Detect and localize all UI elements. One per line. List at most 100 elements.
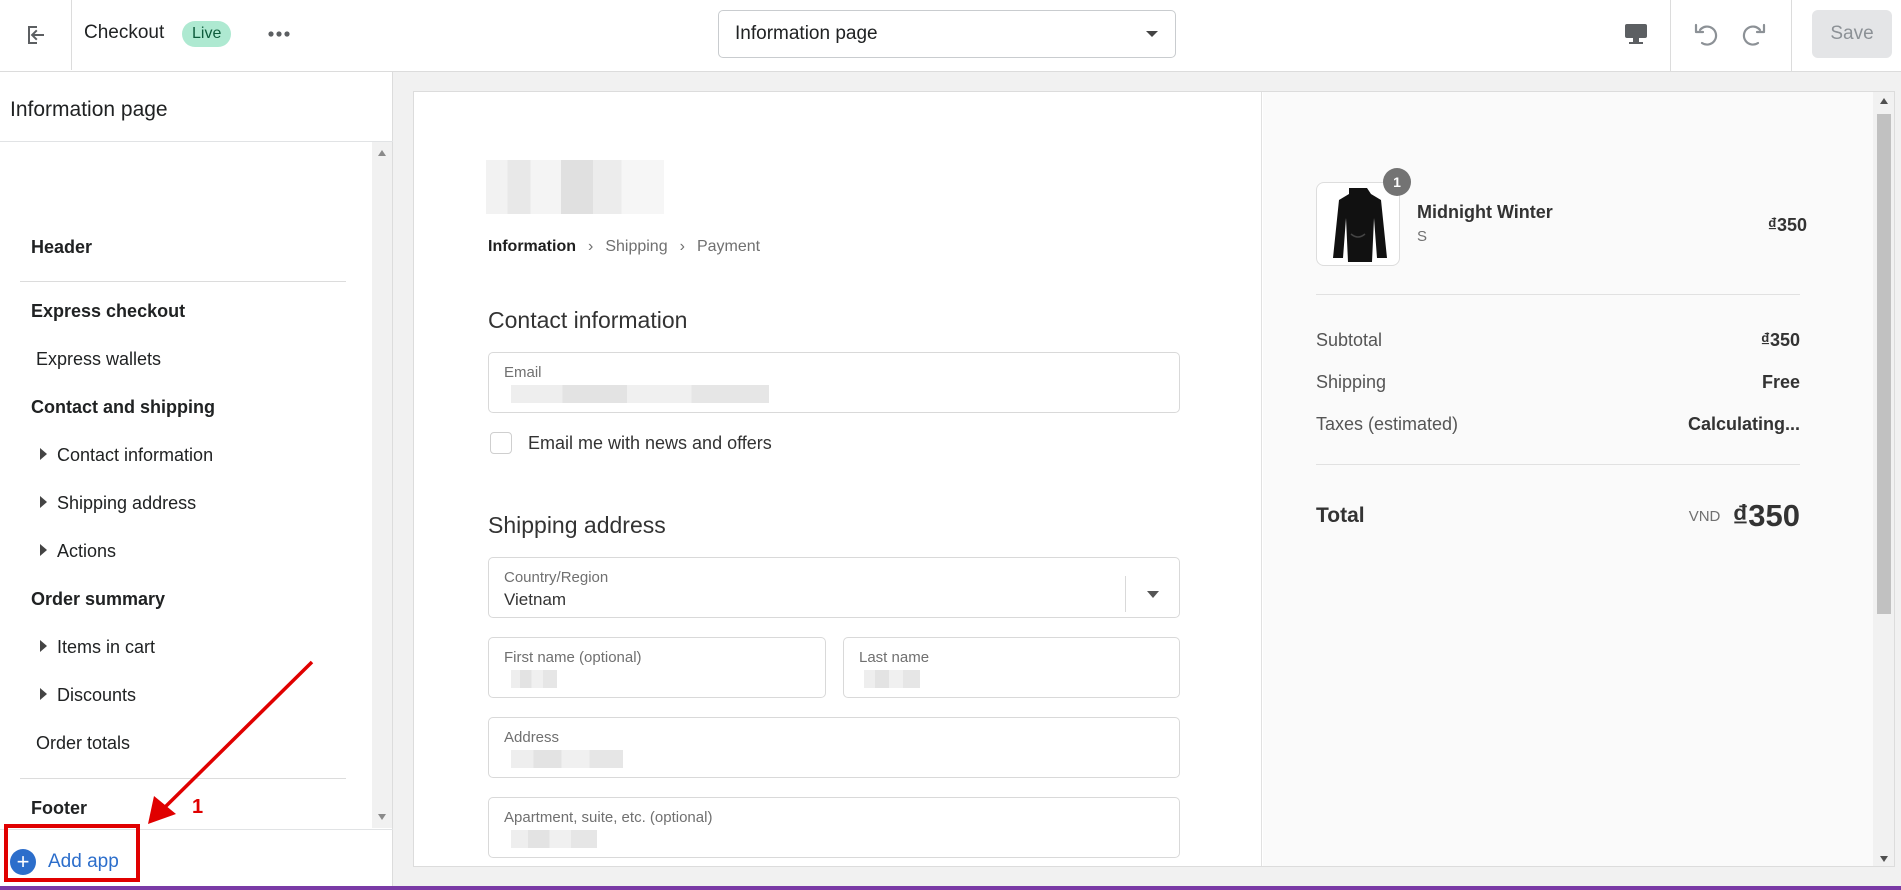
- caret-right-icon: [40, 448, 47, 461]
- taxes-row: Taxes (estimated) Calculating...: [1316, 414, 1800, 435]
- caret-right-icon: [40, 640, 47, 653]
- live-status-badge: Live: [182, 21, 232, 47]
- caret-down-icon: [1125, 576, 1179, 612]
- sidebar-item-express-checkout[interactable]: Express checkout: [31, 301, 185, 322]
- newsletter-checkbox[interactable]: [490, 432, 512, 454]
- caret-right-icon: [40, 496, 47, 509]
- divider: [1316, 294, 1800, 295]
- last-name-value-redacted: [864, 670, 920, 688]
- breadcrumb-shipping[interactable]: Shipping: [605, 238, 667, 256]
- address-field[interactable]: Address: [488, 717, 1180, 778]
- ellipsis-icon: [268, 31, 290, 37]
- toolbar-divider: [1670, 0, 1671, 72]
- last-name-field[interactable]: Last name: [843, 637, 1180, 698]
- product-price: ₫350: [1767, 215, 1807, 235]
- chevron-right-icon: ›: [588, 238, 594, 255]
- email-field[interactable]: Email: [488, 352, 1180, 413]
- sidebar-item-discounts[interactable]: Discounts: [40, 685, 136, 706]
- total-value: ₫350: [1732, 498, 1800, 533]
- desktop-preview-button[interactable]: [1618, 16, 1654, 52]
- annotation-highlight-box: [4, 824, 140, 882]
- caret-right-icon: [40, 688, 47, 701]
- redo-icon: [1742, 23, 1766, 46]
- annotation-number: 1: [192, 796, 204, 818]
- preview-scrollbar[interactable]: [1873, 92, 1894, 866]
- breadcrumb: Information › Shipping › Payment: [488, 238, 760, 256]
- newsletter-label: Email me with news and offers: [528, 432, 772, 453]
- order-summary-panel: 1 Midnight Winter S ₫350 Subtotal ₫350 S…: [1263, 92, 1873, 866]
- sidebar-scrollbar[interactable]: [372, 142, 392, 828]
- store-logo: [486, 160, 664, 214]
- divider: [20, 281, 346, 282]
- sidebar-item-shipping-address[interactable]: Shipping address: [40, 493, 196, 514]
- country-select[interactable]: Country/Region Vietnam: [488, 557, 1180, 618]
- chevron-right-icon: ›: [679, 238, 685, 255]
- email-label: Email: [504, 364, 542, 381]
- shipping-label: Shipping: [1316, 372, 1387, 392]
- sidebar-item-contact-information[interactable]: Contact information: [40, 445, 213, 466]
- sidebar-item-label: Actions: [57, 541, 117, 561]
- first-name-value-redacted: [511, 670, 557, 688]
- exit-icon: [27, 26, 44, 44]
- exit-button[interactable]: [0, 0, 72, 70]
- breadcrumb-payment[interactable]: Payment: [697, 238, 760, 256]
- taxes-value: Calculating...: [1687, 414, 1800, 434]
- scroll-thumb[interactable]: [1877, 114, 1891, 614]
- address-value-redacted: [511, 750, 623, 768]
- divider: [1316, 464, 1800, 465]
- save-button[interactable]: Save: [1812, 10, 1892, 58]
- checkout-form-column: Information › Shipping › Payment Contact…: [414, 92, 1262, 866]
- page-selector-value: Information page: [735, 23, 878, 44]
- sidebar-item-contact-and-shipping[interactable]: Contact and shipping: [31, 397, 215, 418]
- sweater-icon: [1333, 188, 1387, 262]
- desktop-icon: [1625, 24, 1647, 44]
- annotation-arrow-icon: [148, 660, 314, 824]
- more-actions-button[interactable]: [262, 18, 296, 50]
- subtotal-row: Subtotal ₫350: [1316, 330, 1800, 351]
- address-label: Address: [504, 729, 560, 746]
- sidebar-item-label: Shipping address: [57, 493, 197, 513]
- sidebar-title: Information page: [10, 98, 168, 121]
- total-label: Total: [1316, 504, 1365, 527]
- first-name-field[interactable]: First name (optional): [488, 637, 826, 698]
- sidebar-item-label: Items in cart: [57, 637, 156, 657]
- sidebar-item-header[interactable]: Header: [31, 237, 92, 258]
- scroll-down-icon[interactable]: [1880, 856, 1888, 862]
- shipping-row: Shipping Free: [1316, 372, 1800, 393]
- sidebar-item-order-totals[interactable]: Order totals: [36, 733, 130, 754]
- sidebar-item-express-wallets[interactable]: Express wallets: [36, 349, 161, 370]
- apartment-label: Apartment, suite, etc. (optional): [504, 809, 713, 826]
- subtotal-label: Subtotal: [1316, 330, 1383, 350]
- shipping-heading: Shipping address: [488, 512, 666, 538]
- redo-button[interactable]: [1736, 16, 1772, 52]
- apartment-value-redacted: [511, 830, 597, 848]
- scroll-up-icon[interactable]: [1880, 98, 1888, 104]
- app-title: Checkout: [84, 22, 165, 43]
- contact-heading: Contact information: [488, 307, 688, 333]
- product-image: [1316, 182, 1400, 266]
- sidebar-item-label: Discounts: [57, 685, 137, 705]
- newsletter-checkbox-row[interactable]: Email me with news and offers: [490, 432, 772, 454]
- total-amount-group: VND ₫350: [1689, 498, 1800, 534]
- breadcrumb-information[interactable]: Information: [488, 238, 576, 256]
- sidebar-item-order-summary[interactable]: Order summary: [31, 589, 165, 610]
- scroll-up-icon[interactable]: [378, 150, 386, 156]
- product-variant: S: [1417, 228, 1428, 245]
- first-name-label: First name (optional): [504, 649, 642, 666]
- apartment-field[interactable]: Apartment, suite, etc. (optional): [488, 797, 1180, 858]
- scroll-down-icon[interactable]: [378, 814, 386, 820]
- undo-button[interactable]: [1688, 16, 1724, 52]
- last-name-label: Last name: [859, 649, 930, 666]
- currency-code: VND: [1688, 507, 1721, 525]
- sidebar-item-items-in-cart[interactable]: Items in cart: [40, 637, 155, 658]
- country-value: Vietnam: [504, 590, 567, 609]
- subtotal-value: ₫350: [1760, 330, 1800, 350]
- total-row: Total VND ₫350: [1316, 498, 1800, 534]
- sidebar-item-footer[interactable]: Footer: [31, 798, 87, 819]
- sidebar-item-actions[interactable]: Actions: [40, 541, 116, 562]
- checkout-preview: Information › Shipping › Payment Contact…: [413, 91, 1895, 867]
- page-selector[interactable]: Information page: [718, 10, 1176, 58]
- country-label: Country/Region: [504, 569, 609, 586]
- toolbar-divider: [1791, 0, 1792, 72]
- product-name: Midnight Winter: [1417, 202, 1553, 222]
